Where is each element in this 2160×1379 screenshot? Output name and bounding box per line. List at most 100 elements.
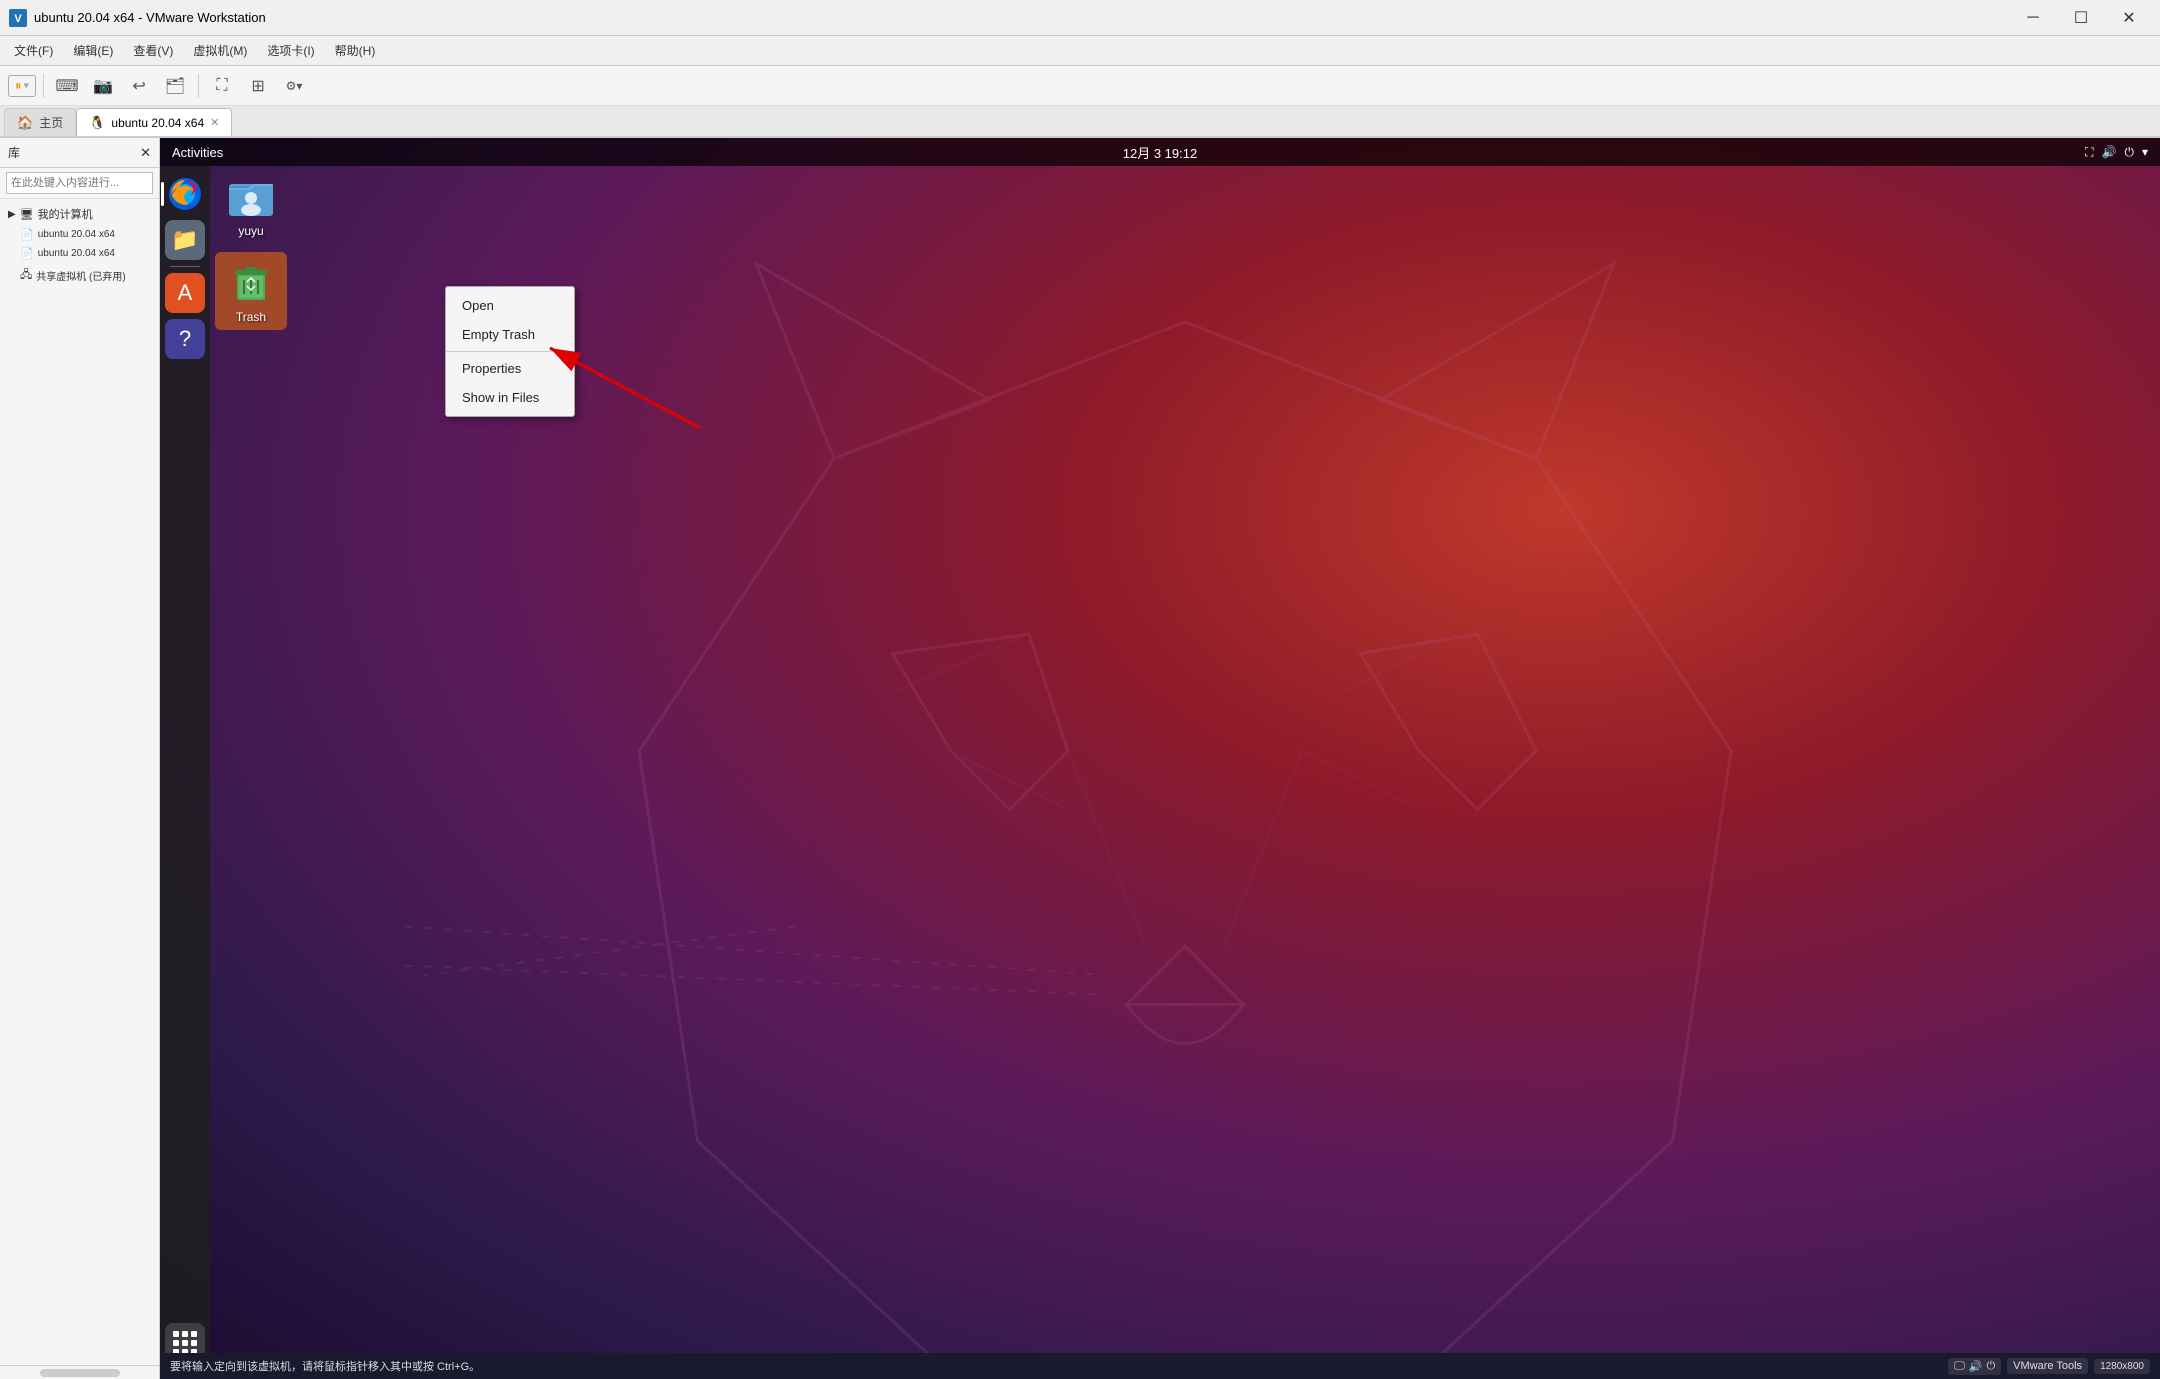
sidebar-close-icon[interactable]: ✕ xyxy=(140,145,151,161)
context-menu-show-in-files[interactable]: Show in Files xyxy=(446,383,574,412)
toolbar: ⏸ ▾ ⌨ 📷 ↩ 🗂 ⛶ ⊞ ⚙▾ xyxy=(0,66,2160,106)
menu-bar: 文件(F) 编辑(E) 查看(V) 虚拟机(M) 选项卡(I) 帮助(H) xyxy=(0,36,2160,66)
topbar-menu-icon[interactable]: ▾ xyxy=(2142,145,2148,159)
main-content: 库 ✕ ▶ 🖥 我的计算机 📄 ubuntu 20.04 x64 📄 ub xyxy=(0,138,2160,1379)
tree-item-shared-vms[interactable]: 🖧 共享虚拟机 (已弃用) xyxy=(0,263,159,288)
ubuntu-desktop[interactable]: Activities 12月 3 19:12 ⛶ 🔊 ⏻ ▾ xyxy=(160,138,2160,1379)
volume-icon[interactable]: 🔊 xyxy=(2102,145,2117,159)
pause-icon: ⏸ xyxy=(15,78,22,94)
status-power-icon: ⏻ xyxy=(1986,1360,1995,1373)
dock-divider xyxy=(170,266,200,267)
minimize-button[interactable]: ─ xyxy=(2010,0,2056,36)
status-hint-text: 要将输入定向到该虚拟机，请将鼠标指针移入其中或按 Ctrl+G。 xyxy=(170,1358,480,1374)
context-menu: Open Empty Trash Properties Show in File… xyxy=(445,286,575,417)
menu-vm[interactable]: 虚拟机(M) xyxy=(183,38,257,63)
sidebar-header: 库 ✕ xyxy=(0,138,159,168)
menu-help[interactable]: 帮助(H) xyxy=(325,38,386,63)
close-button[interactable]: ✕ xyxy=(2106,0,2152,36)
title-bar: V ubuntu 20.04 x64 - VMware Workstation … xyxy=(0,0,2160,36)
topbar-system-icons: ⛶ 🔊 ⏻ ▾ xyxy=(2085,145,2148,160)
tab-home-label: 主页 xyxy=(39,114,63,131)
tree-label-my-computer: 我的计算机 xyxy=(38,206,93,222)
vmware-tools-status: VMware Tools xyxy=(2007,1358,2088,1374)
ubuntu-topbar: Activities 12月 3 19:12 ⛶ 🔊 ⏻ ▾ xyxy=(160,138,2160,166)
context-menu-open[interactable]: Open xyxy=(446,291,574,320)
snapshot-restore-button[interactable]: ↩ xyxy=(123,72,155,100)
firefox-icon xyxy=(167,176,203,212)
sidebar-scrollbar[interactable] xyxy=(40,1369,120,1377)
menu-tabs[interactable]: 选项卡(I) xyxy=(257,38,324,63)
tab-vm[interactable]: 🐧 ubuntu 20.04 x64 ✕ xyxy=(76,108,232,136)
ubuntu-status-bar: 要将输入定向到该虚拟机，请将鼠标指针移入其中或按 Ctrl+G。 🖵 🔊 ⏻ V… xyxy=(160,1353,2160,1379)
tab-vm-label: ubuntu 20.04 x64 xyxy=(111,116,204,130)
window-title: ubuntu 20.04 x64 - VMware Workstation xyxy=(34,10,2010,25)
trash-icon xyxy=(227,258,275,306)
unity-button[interactable]: ⊞ xyxy=(242,72,274,100)
dock-item-files[interactable]: 📁 xyxy=(165,220,205,260)
tab-home[interactable]: 🏠 主页 xyxy=(4,108,76,136)
desktop-icon-user-folder[interactable]: yuyu xyxy=(215,166,287,244)
tree-icon-computer: 🖥 xyxy=(20,208,34,221)
network-icon[interactable]: ⛶ xyxy=(2085,145,2093,160)
sidebar-search-input[interactable] xyxy=(6,172,153,194)
vmware-window: V ubuntu 20.04 x64 - VMware Workstation … xyxy=(0,0,2160,1379)
status-icon-group-1: 🖵 🔊 ⏻ xyxy=(1948,1358,2001,1375)
tree-item-my-computer[interactable]: ▶ 🖥 我的计算机 xyxy=(0,203,159,225)
send-ctrl-alt-del-button[interactable]: ⌨ xyxy=(51,72,83,100)
maximize-button[interactable]: ☐ xyxy=(2058,0,2104,36)
tree-label-ubuntu1: ubuntu 20.04 x64 xyxy=(38,229,115,240)
svg-text:V: V xyxy=(14,13,22,25)
settings-button[interactable]: ⚙▾ xyxy=(278,72,310,100)
tree-item-ubuntu1[interactable]: 📄 ubuntu 20.04 x64 xyxy=(0,225,159,244)
context-menu-empty-trash[interactable]: Empty Trash xyxy=(446,320,574,349)
pause-button[interactable]: ⏸ ▾ xyxy=(8,75,36,97)
menu-view[interactable]: 查看(V) xyxy=(123,38,183,63)
sidebar-tree: ▶ 🖥 我的计算机 📄 ubuntu 20.04 x64 📄 ubuntu 20… xyxy=(0,199,159,1365)
dock-item-appstore[interactable]: A xyxy=(165,273,205,313)
snapshot-take-button[interactable]: 📷 xyxy=(87,72,119,100)
user-folder-label: yuyu xyxy=(238,224,263,238)
resolution-status: 1280x800 xyxy=(2094,1359,2150,1374)
appstore-icon: A xyxy=(178,280,193,306)
menu-file[interactable]: 文件(F) xyxy=(4,38,63,63)
user-folder-svg xyxy=(227,172,275,220)
dock-item-help[interactable]: ? xyxy=(165,319,205,359)
activities-button[interactable]: Activities xyxy=(172,145,223,160)
toolbar-sep-2 xyxy=(198,74,199,98)
dock-item-firefox[interactable] xyxy=(165,174,205,214)
toolbar-sep-1 xyxy=(43,74,44,98)
status-sound-icon: 🔊 xyxy=(1969,1360,1983,1373)
tree-expand-icon: ▶ xyxy=(8,209,16,220)
context-menu-properties[interactable]: Properties xyxy=(446,354,574,383)
sidebar-search-container xyxy=(0,168,159,199)
tree-item-ubuntu2[interactable]: 📄 ubuntu 20.04 x64 xyxy=(0,244,159,263)
vm-display[interactable]: Activities 12月 3 19:12 ⛶ 🔊 ⏻ ▾ xyxy=(160,138,2160,1379)
vmware-tools-icon: VMware Tools xyxy=(2013,1360,2082,1372)
snapshot-manager-button[interactable]: 🗂 xyxy=(159,72,191,100)
status-right-icons: 🖵 🔊 ⏻ VMware Tools 1280x800 xyxy=(1948,1358,2150,1375)
fullscreen-button[interactable]: ⛶ xyxy=(206,72,238,100)
grid-dots-icon xyxy=(173,1331,197,1355)
datetime-text: 12月 3 19:12 xyxy=(1123,146,1197,161)
activities-label: Activities xyxy=(172,145,223,160)
context-menu-separator xyxy=(446,351,574,352)
vmware-icon: V xyxy=(8,8,28,28)
pause-dropdown-icon[interactable]: ▾ xyxy=(24,79,30,92)
sidebar-bottom xyxy=(0,1365,159,1379)
tree-icon-vm2: 📄 xyxy=(20,247,34,260)
vmware-sidebar: 库 ✕ ▶ 🖥 我的计算机 📄 ubuntu 20.04 x64 📄 ub xyxy=(0,138,160,1379)
user-folder-icon xyxy=(227,172,275,220)
datetime-display[interactable]: 12月 3 19:12 xyxy=(1123,143,1197,162)
desktop-icon-trash[interactable]: Trash xyxy=(215,252,287,330)
files-icon: 📁 xyxy=(171,227,198,253)
tab-bar: 🏠 主页 🐧 ubuntu 20.04 x64 ✕ xyxy=(0,106,2160,138)
tree-icon-shared: 🖧 xyxy=(20,266,32,285)
tree-label-ubuntu2: ubuntu 20.04 x64 xyxy=(38,248,115,259)
help-icon: ? xyxy=(179,326,191,352)
tab-vm-close[interactable]: ✕ xyxy=(210,116,219,129)
status-screen-icon: 🖵 xyxy=(1954,1360,1965,1373)
power-icon[interactable]: ⏻ xyxy=(2124,145,2134,160)
menu-edit[interactable]: 编辑(E) xyxy=(63,38,123,63)
tree-icon-vm1: 📄 xyxy=(20,228,34,241)
sidebar-title: 库 xyxy=(8,144,20,161)
